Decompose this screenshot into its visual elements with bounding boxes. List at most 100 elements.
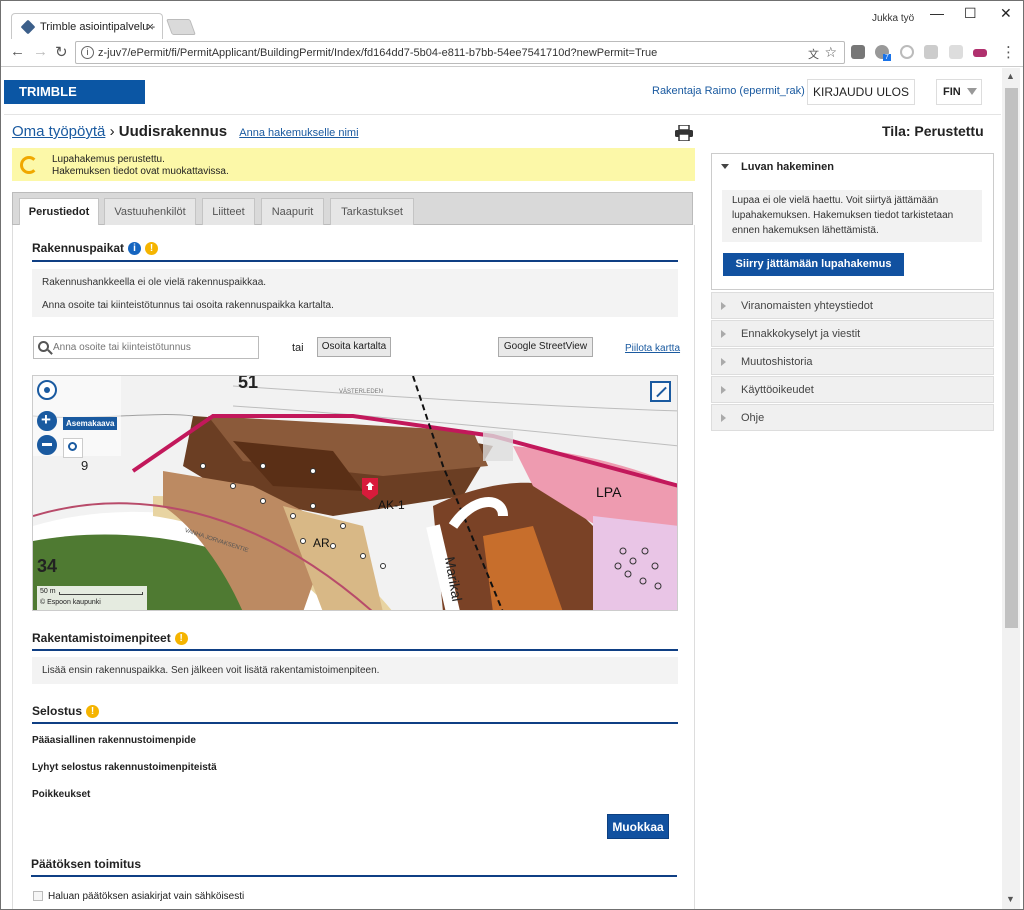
notice-banner: Lupahakemus perustettu. Hakemuksen tiedo… [12, 148, 695, 181]
close-tab-icon[interactable]: × [146, 19, 154, 34]
close-window-icon[interactable]: ✕ [1000, 5, 1012, 22]
breadcrumb: Oma työpöytä › Uudisrakennus Anna hakemu… [12, 123, 359, 140]
address-search-field[interactable] [33, 336, 259, 359]
maximize-icon[interactable]: ☐ [964, 5, 977, 22]
info-icon[interactable]: i [128, 242, 142, 256]
section-title: Rakentamistoimenpiteet [32, 631, 171, 645]
new-tab-button[interactable] [166, 19, 196, 35]
hide-map-link[interactable]: Piilota kartta [625, 343, 680, 354]
field-label: Poikkeukset [32, 789, 91, 800]
edit-button[interactable]: Muokkaa [607, 814, 669, 839]
accordion-label: Muutoshistoria [741, 356, 813, 368]
warning-icon: ! [145, 242, 159, 256]
back-icon[interactable]: ← [10, 43, 25, 60]
locate-icon[interactable] [37, 380, 57, 400]
extension-icon[interactable] [851, 45, 865, 59]
map-scale: 50 m © Espoon kaupunki [37, 586, 147, 610]
accordion-label: Viranomaisten yhteystiedot [741, 300, 873, 312]
electronic-only-checkbox[interactable] [33, 891, 43, 901]
bookmark-star-icon[interactable]: ☆ [824, 44, 837, 61]
accordion-item[interactable]: Viranomaisten yhteystiedot [711, 292, 994, 319]
scroll-up-icon[interactable]: ▲ [1006, 71, 1015, 81]
fullscreen-icon[interactable] [650, 381, 671, 402]
browser-tab[interactable]: Trimble asiointipalvelu - × [11, 13, 163, 39]
accordion-item[interactable]: Muutoshistoria [711, 348, 994, 375]
section-title: Päätöksen toimitus [31, 857, 142, 871]
scrollbar[interactable]: ▲ ▼ [1002, 68, 1020, 909]
accordion-item[interactable]: Käyttöoikeudet [711, 376, 994, 403]
section-title: Rakennuspaikat [32, 241, 125, 255]
location-marker-icon[interactable] [362, 478, 378, 500]
menu-icon[interactable]: ⋮ [1001, 43, 1016, 61]
extension-icon[interactable] [924, 45, 938, 59]
streetview-button[interactable]: Google StreetView [498, 337, 593, 357]
address-bar[interactable]: i z-juv7/ePermit/fi/PermitApplicant/Buil… [75, 41, 845, 64]
minimize-icon[interactable]: — [930, 5, 944, 21]
refresh-icon [20, 156, 38, 174]
extension-icon[interactable] [900, 45, 914, 59]
search-input[interactable] [53, 340, 253, 355]
title-bar: Trimble asiointipalvelu - × Jukka työ — … [1, 1, 1023, 39]
language-select[interactable]: FIN [936, 79, 982, 105]
section-rule [32, 649, 678, 651]
extension-icon[interactable] [973, 49, 987, 57]
logout-button[interactable]: KIRJAUDU ULOS [807, 79, 915, 105]
section-paatos: Päätöksen toimitus [31, 857, 141, 871]
brand-logo[interactable]: TRIMBLE ESERVICES [4, 80, 145, 123]
info-text: Rakennushankkeella ei ole vielä rakennus… [42, 277, 267, 288]
scroll-down-icon[interactable]: ▼ [1006, 894, 1015, 904]
tab-perustiedot[interactable]: Perustiedot [19, 198, 99, 225]
tab-naapurit[interactable]: Naapurit [261, 198, 324, 225]
search-icon[interactable] [63, 438, 83, 458]
chevron-right-icon [721, 330, 726, 338]
accordion-header[interactable]: Luvan hakeminen [712, 154, 993, 180]
accordion-label: Ennakkokyselyt ja viestit [741, 328, 861, 340]
map-label: 51 [238, 375, 259, 392]
sidebar: Luvan hakeminen Lupaa ei ole vielä haett… [711, 153, 994, 432]
page: TRIMBLE ESERVICES Rakentaja Raimo (eperm… [4, 68, 1001, 909]
page-title: Uudisrakennus [118, 123, 228, 140]
zoom-in-icon[interactable]: + [37, 410, 57, 431]
zoom-out-icon[interactable] [37, 435, 57, 455]
name-application-link[interactable]: Anna hakemukselle nimi [239, 127, 358, 139]
or-label: tai [292, 342, 304, 354]
breadcrumb-home-link[interactable]: Oma työpöytä [12, 123, 105, 140]
point-on-map-button[interactable]: Osoita kartalta [317, 337, 391, 357]
layer-label[interactable]: Asemakaava [63, 417, 118, 430]
section-selostus: Selostus! [32, 704, 100, 719]
copyright-label: © Espoon kaupunki [40, 599, 101, 606]
map-label: 34 [37, 556, 58, 576]
section-rule [32, 722, 678, 724]
info-text: Lisää ensin rakennuspaikka. Sen jälkeen … [42, 665, 380, 676]
tab-bar: Perustiedot Vastuuhenkilöt Liitteet Naap… [12, 192, 693, 225]
section-rule [32, 260, 678, 262]
user-link[interactable]: Rakentaja Raimo (epermit_rak) [652, 85, 805, 97]
print-icon[interactable] [675, 125, 693, 141]
tab-vastuuhenkilot[interactable]: Vastuuhenkilöt [104, 198, 196, 225]
info-box: Lisää ensin rakennuspaikka. Sen jälkeen … [32, 657, 678, 684]
info-box: Rakennushankkeella ei ole vielä rakennus… [32, 269, 678, 317]
chevron-right-icon [721, 302, 726, 310]
scrollbar-thumb[interactable] [1005, 88, 1018, 628]
forward-icon[interactable]: → [33, 43, 48, 60]
chevron-right-icon [721, 414, 726, 422]
notice-line-1: Lupahakemus perustettu. [52, 154, 165, 165]
section-rule [31, 875, 677, 877]
accordion-label: Ohje [741, 412, 765, 424]
map-label: AK-1 [378, 498, 405, 512]
map[interactable]: 51 34 9 AK-1 AR LPA VÄSTERLEDEN VANHA JO… [32, 375, 678, 611]
translate-icon[interactable]: 文 [808, 46, 819, 62]
submit-application-button[interactable]: Siirry jättämään lupahakemus [723, 253, 904, 276]
extension-icon[interactable] [949, 45, 963, 59]
tab-title: Trimble asiointipalvelu - [40, 21, 156, 33]
tab-tarkastukset[interactable]: Tarkastukset [330, 198, 414, 225]
status-label: Tila: Perustettu [882, 123, 984, 139]
accordion-item[interactable]: Ohje [711, 404, 994, 431]
map-label: 9 [81, 458, 89, 473]
accordion-item[interactable]: Ennakkokyselyt ja viestit [711, 320, 994, 347]
tab-liitteet[interactable]: Liitteet [202, 198, 255, 225]
section-title: Selostus [32, 704, 83, 718]
reload-icon[interactable]: ↻ [55, 43, 68, 61]
map-canvas[interactable] [33, 376, 678, 611]
site-info-icon[interactable]: i [81, 46, 94, 59]
